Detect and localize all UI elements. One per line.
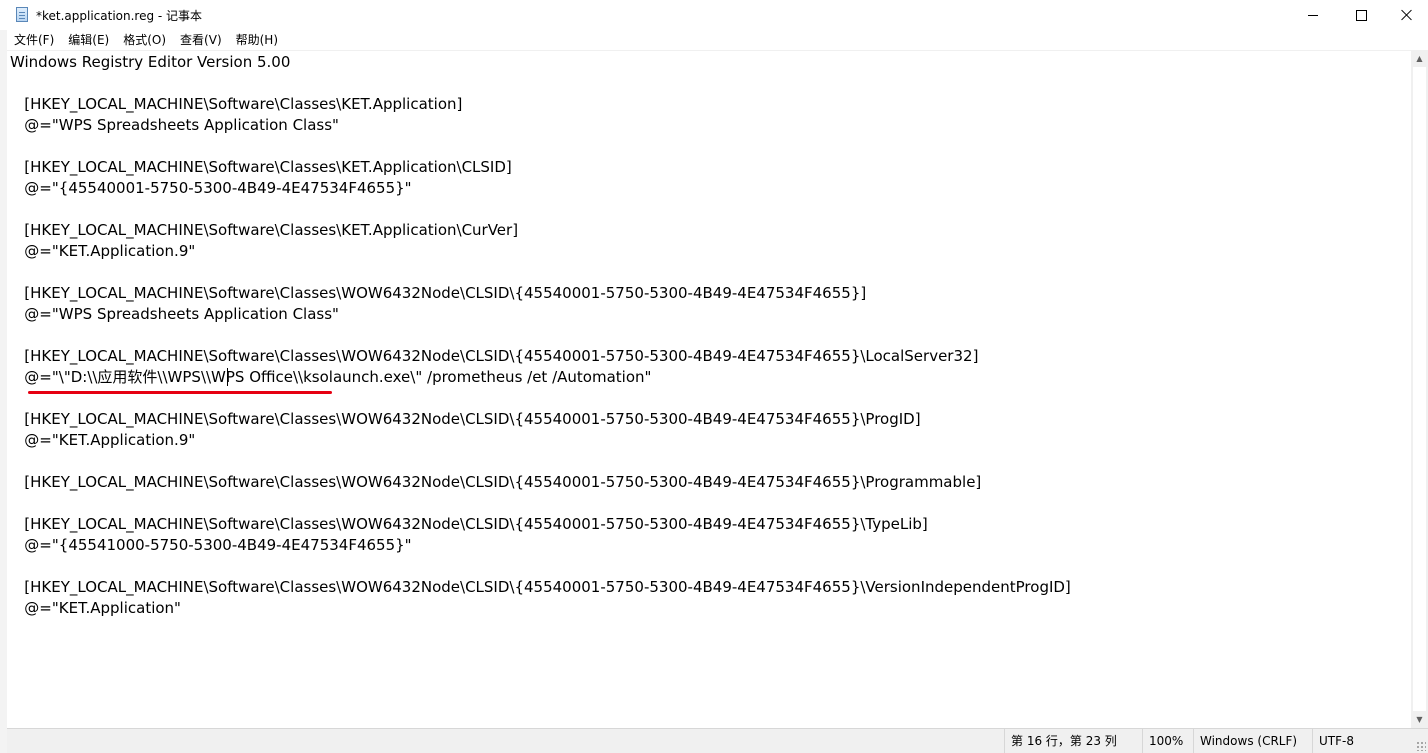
menu-help[interactable]: 帮助(H) <box>229 30 285 50</box>
text-editor[interactable]: Windows Registry Editor Version 5.00 [HK… <box>7 50 1411 728</box>
editor-line: @="{45541000-5750-5300-4B49-4E47534F4655… <box>10 536 412 554</box>
editor-line: [HKEY_LOCAL_MACHINE\Software\Classes\WOW… <box>10 284 867 302</box>
minimize-button[interactable] <box>1290 0 1336 30</box>
editor-line: @="KET.Application" <box>10 599 181 617</box>
notepad-icon <box>16 7 28 22</box>
editor-line: @="KET.Application.9" <box>10 431 196 449</box>
editor-line: [HKEY_LOCAL_MACHINE\Software\Classes\WOW… <box>10 347 979 365</box>
editor-line: [HKEY_LOCAL_MACHINE\Software\Classes\WOW… <box>10 515 928 533</box>
status-cursor-position: 第 16 行，第 23 列 <box>1004 729 1142 753</box>
scrollbar-thumb[interactable] <box>1413 67 1426 711</box>
editor-line: @="KET.Application.9" <box>10 242 196 260</box>
red-annotation-underline <box>28 391 332 394</box>
scroll-up-icon[interactable]: ▲ <box>1411 50 1428 67</box>
menu-bar: 文件(F) 编辑(E) 格式(O) 查看(V) 帮助(H) <box>7 30 1428 50</box>
status-zoom: 100% <box>1142 729 1193 753</box>
editor-line: [HKEY_LOCAL_MACHINE\Software\Classes\KET… <box>10 158 512 176</box>
status-line-ending: Windows (CRLF) <box>1193 729 1312 753</box>
notepad-window: *ket.application.reg - 记事本 文件(F) 编辑(E) 格… <box>0 0 1428 753</box>
maximize-icon <box>1355 9 1367 21</box>
editor-text[interactable]: Windows Registry Editor Version 5.00 [HK… <box>10 52 1071 619</box>
close-button[interactable] <box>1384 0 1428 30</box>
title-bar[interactable]: *ket.application.reg - 记事本 <box>0 0 1428 30</box>
scroll-down-icon[interactable]: ▼ <box>1411 711 1428 728</box>
editor-line: [HKEY_LOCAL_MACHINE\Software\Classes\KET… <box>10 221 519 239</box>
status-bar: 第 16 行，第 23 列 100% Windows (CRLF) UTF-8 <box>7 728 1428 753</box>
editor-line: [HKEY_LOCAL_MACHINE\Software\Classes\WOW… <box>10 473 982 491</box>
editor-line: Windows Registry Editor Version 5.00 <box>10 53 291 71</box>
editor-line: [HKEY_LOCAL_MACHINE\Software\Classes\WOW… <box>10 578 1071 596</box>
window-title: *ket.application.reg - 记事本 <box>36 9 203 23</box>
editor-line: @="WPS Spreadsheets Application Class" <box>10 116 339 134</box>
status-encoding: UTF-8 <box>1312 729 1428 753</box>
menu-view[interactable]: 查看(V) <box>173 30 229 50</box>
minimize-icon <box>1308 14 1318 16</box>
editor-line: [HKEY_LOCAL_MACHINE\Software\Classes\KET… <box>10 95 463 113</box>
close-icon <box>1401 9 1413 21</box>
editor-line: @="WPS Spreadsheets Application Class" <box>10 305 339 323</box>
vertical-scrollbar[interactable]: ▲ ▼ <box>1411 50 1428 728</box>
text-caret <box>227 368 228 386</box>
editor-line: @="{45540001-5750-5300-4B49-4E47534F4655… <box>10 179 412 197</box>
menu-format[interactable]: 格式(O) <box>116 30 173 50</box>
resize-grip-icon[interactable] <box>1416 741 1426 751</box>
maximize-button[interactable] <box>1338 0 1384 30</box>
editor-line: [HKEY_LOCAL_MACHINE\Software\Classes\WOW… <box>10 410 921 428</box>
menu-edit[interactable]: 编辑(E) <box>61 30 116 50</box>
menu-file[interactable]: 文件(F) <box>7 30 61 50</box>
editor-line: @="\"D:\\应用软件\\WPS\\WPS Office\\ksolaunc… <box>10 368 652 386</box>
